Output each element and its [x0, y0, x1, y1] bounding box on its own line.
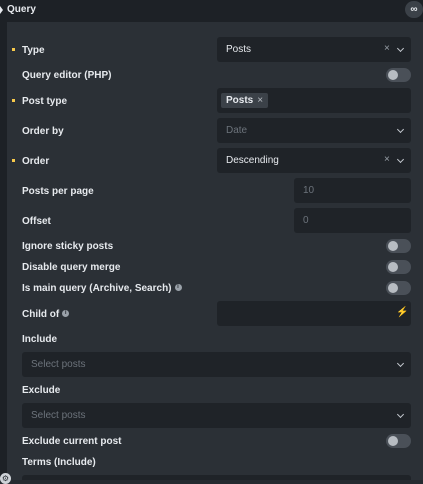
order-value: Descending	[226, 155, 279, 166]
ignore-sticky-label: Ignore sticky posts	[22, 241, 114, 252]
toggle-knob	[388, 241, 398, 251]
exclude-select[interactable]: Select posts	[22, 403, 411, 428]
info-icon[interactable]: i	[62, 310, 70, 317]
include-select[interactable]: Select posts	[22, 352, 411, 377]
order-select[interactable]: Descending ×	[217, 148, 411, 173]
clear-icon[interactable]: ×	[384, 154, 390, 165]
dynamic-data-bolt-icon[interactable]: ⚡	[396, 307, 408, 318]
modified-indicator-dot	[12, 48, 15, 51]
type-select[interactable]: Posts ×	[217, 37, 411, 62]
offset-input[interactable]: 0	[294, 208, 411, 233]
offset-label: Offset	[22, 216, 51, 227]
child-of-input[interactable]: ⚡	[217, 301, 411, 326]
clear-icon[interactable]: ×	[384, 43, 390, 54]
order-by-select[interactable]: Date	[217, 118, 411, 143]
terms-include-label: Terms (Include)	[22, 457, 96, 468]
include-placeholder: Select posts	[31, 359, 86, 370]
caret-icon	[0, 6, 3, 14]
is-main-query-text: Is main query (Archive, Search)	[22, 283, 172, 294]
exclude-label: Exclude	[22, 385, 61, 396]
info-icon[interactable]: i	[174, 284, 182, 291]
gear-icon[interactable]: ⚙	[0, 473, 11, 484]
panel-header[interactable]: Query	[0, 0, 423, 22]
query-editor-toggle[interactable]	[386, 68, 411, 82]
exclude-current-label: Exclude current post	[22, 436, 122, 447]
exclude-placeholder: Select posts	[31, 410, 86, 421]
is-main-query-label: Is main query (Archive, Search) i	[22, 283, 182, 294]
chevron-down-icon	[396, 359, 405, 368]
toggle-knob	[388, 70, 398, 80]
posts-per-page-input[interactable]: 10	[294, 178, 411, 203]
ignore-sticky-toggle[interactable]	[386, 239, 411, 253]
child-of-label: Child of i	[22, 309, 70, 320]
panel-title: Query	[7, 4, 36, 15]
exclude-current-toggle[interactable]	[386, 434, 411, 448]
include-label: Include	[22, 334, 58, 345]
order-by-label: Order by	[22, 126, 64, 137]
offset-placeholder: 0	[303, 215, 309, 226]
post-type-select[interactable]: Posts ×	[217, 88, 411, 113]
remove-tag-icon[interactable]: ×	[257, 95, 263, 106]
type-label: Type	[22, 45, 45, 56]
post-type-tag-label: Posts	[226, 95, 254, 106]
chevron-down-icon	[396, 125, 405, 134]
query-editor-label: Query editor (PHP)	[22, 70, 112, 81]
terms-include-select[interactable]	[22, 475, 411, 480]
chevron-down-icon	[396, 155, 405, 164]
chevron-down-icon	[396, 410, 405, 419]
modified-indicator-dot	[12, 159, 15, 162]
posts-per-page-placeholder: 10	[303, 185, 315, 196]
disable-merge-toggle[interactable]	[386, 260, 411, 274]
type-value: Posts	[226, 44, 252, 55]
toggle-knob	[388, 283, 398, 293]
disable-merge-label: Disable query merge	[22, 262, 121, 273]
child-of-text: Child of	[22, 309, 60, 320]
order-label: Order	[22, 156, 50, 167]
post-type-tag: Posts ×	[221, 93, 269, 108]
link-icon[interactable]: ∞	[405, 1, 423, 18]
chevron-down-icon	[396, 44, 405, 53]
posts-per-page-label: Posts per page	[22, 186, 94, 197]
modified-indicator-dot	[12, 99, 15, 102]
side-strip	[0, 22, 7, 480]
is-main-query-toggle[interactable]	[386, 281, 411, 295]
toggle-knob	[388, 262, 398, 272]
post-type-label: Post type	[22, 96, 68, 107]
order-by-placeholder: Date	[226, 125, 248, 136]
toggle-knob	[388, 436, 398, 446]
